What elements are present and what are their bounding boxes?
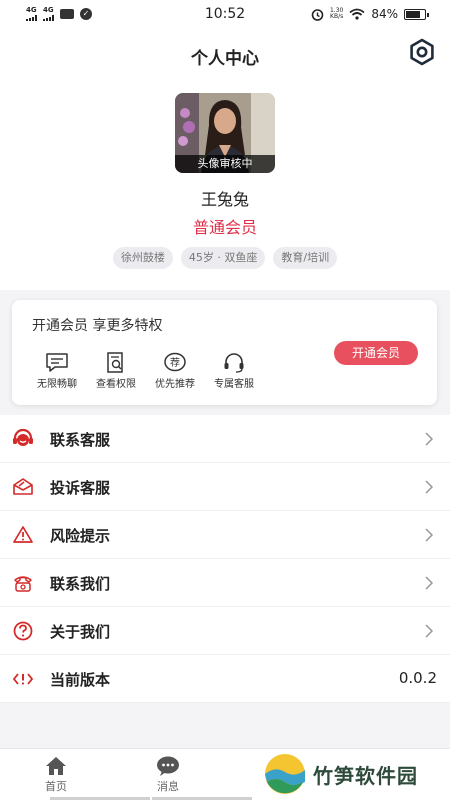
tab-messages[interactable]: 消息	[138, 755, 198, 794]
menu-item-risk-warning[interactable]: 风险提示	[0, 511, 450, 559]
complaint-icon	[13, 478, 33, 495]
svg-text:荐: 荐	[170, 357, 180, 369]
tag-age-zodiac: 45岁 · 双鱼座	[180, 247, 266, 269]
profile-header: 个人中心 头像审核中 王兔兔 普通会员 徐州鼓楼 45岁 · 双鱼座 教育/培训	[0, 30, 450, 290]
home-icon	[46, 757, 66, 775]
menu-item-contact-service[interactable]: 联系客服	[0, 415, 450, 463]
menu-item-about-us[interactable]: 关于我们	[0, 607, 450, 655]
status-right: 1.30 KB/s 84%	[311, 7, 429, 21]
customer-service-icon	[13, 428, 33, 446]
settings-button[interactable]	[408, 38, 436, 66]
open-vip-button[interactable]: 开通会员	[334, 341, 418, 365]
network-speed: 1.30 KB/s	[329, 7, 344, 20]
perk-priority-recommend[interactable]: 荐 优先推荐	[148, 352, 202, 390]
question-icon	[13, 621, 33, 641]
menu-list: 联系客服 投诉客服 风险提示 联系我们 关于我们 当前版本 0.0.2	[0, 415, 450, 703]
battery-icon	[404, 8, 429, 20]
chevron-right-icon	[425, 480, 434, 494]
recommend-icon: 荐	[164, 352, 186, 372]
tab-home[interactable]: 首页	[26, 755, 86, 794]
status-bar: 4G 4G ✓ 10:52 1.30 KB/s 84%	[0, 0, 450, 30]
perk-view-permission[interactable]: 查看权限	[89, 352, 143, 390]
warning-icon	[13, 526, 33, 543]
chevron-right-icon	[425, 624, 434, 638]
perk-exclusive-service[interactable]: 专属客服	[207, 352, 261, 390]
avatar[interactable]: 头像审核中	[175, 93, 275, 173]
hexagon-settings-icon	[410, 38, 434, 66]
watermark-logo-icon	[265, 754, 305, 794]
tag-location: 徐州鼓楼	[112, 247, 173, 269]
version-value: 0.0.2	[398, 669, 437, 687]
menu-item-contact-us[interactable]: 联系我们	[0, 559, 450, 607]
headset-icon	[224, 353, 244, 373]
alarm-icon	[311, 8, 324, 21]
avatar-review-badge: 头像审核中	[175, 155, 275, 173]
vip-perks: 无限畅聊 查看权限 荐 优先推荐 专属客服	[30, 352, 261, 390]
menu-item-current-version: 当前版本 0.0.2	[0, 655, 450, 703]
wifi-icon	[349, 8, 365, 20]
perk-unlimited-chat[interactable]: 无限畅聊	[30, 352, 84, 390]
message-icon	[157, 756, 179, 776]
page-title: 个人中心	[191, 49, 259, 69]
member-level: 普通会员	[192, 218, 257, 237]
profile-tags: 徐州鼓楼 45岁 · 双鱼座 教育/培训	[0, 247, 450, 269]
watermark: 竹笋软件园	[263, 752, 418, 796]
menu-item-complaint[interactable]: 投诉客服	[0, 463, 450, 511]
vip-title: 开通会员 享更多特权	[32, 318, 163, 334]
chevron-right-icon	[425, 432, 434, 446]
user-name: 王兔兔	[200, 190, 249, 209]
phone-icon	[14, 576, 32, 592]
tag-occupation: 教育/培训	[273, 247, 338, 269]
chevron-right-icon	[425, 528, 434, 542]
chevron-right-icon	[425, 576, 434, 590]
battery-percent: 84%	[371, 7, 398, 21]
search-doc-icon	[107, 352, 123, 373]
version-icon	[12, 673, 34, 685]
chat-icon	[46, 353, 68, 372]
vip-card: 开通会员 享更多特权 无限畅聊 查看权限 荐 优先推荐 专属客服 开通会员	[12, 300, 437, 405]
